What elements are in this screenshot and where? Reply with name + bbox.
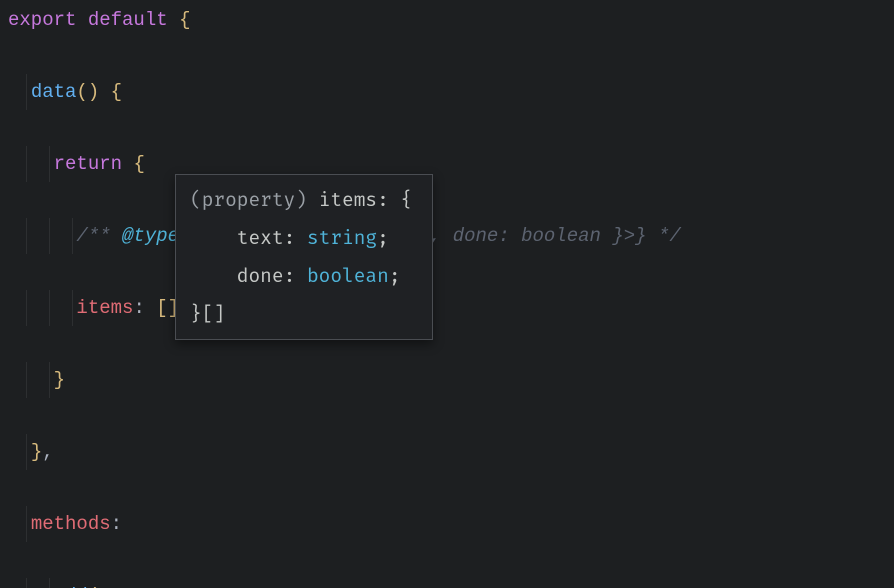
code-line: export default {: [8, 2, 886, 38]
tooltip-indent: [190, 264, 237, 288]
tooltip-colon: :: [377, 188, 400, 212]
jsdoc-close: */: [658, 225, 681, 247]
tooltip-colon: :: [284, 226, 307, 250]
keyword-return: return: [54, 153, 122, 175]
code-editor[interactable]: export default { data() { return { /** @…: [0, 0, 894, 588]
tooltip-rparen: ): [295, 188, 307, 212]
code-line: methods:: [8, 506, 886, 542]
tooltip-colon: :: [284, 264, 307, 288]
code-line: },: [8, 434, 886, 470]
tooltip-brace: }: [190, 302, 202, 326]
tooltip-type-boolean: boolean: [307, 264, 389, 288]
tooltip-semi: ;: [389, 264, 401, 288]
method-data: data: [31, 81, 77, 103]
hover-type-tooltip: (property) items: { text: string; done: …: [175, 174, 433, 340]
tooltip-kind: property: [202, 188, 296, 212]
code-line: /** @type {Array<{ text: string, done: b…: [8, 218, 886, 254]
tooltip-name: items: [319, 188, 377, 212]
code-line: add(tex: [8, 578, 886, 588]
brace: {: [133, 153, 144, 175]
code-line: items: []: [8, 290, 886, 326]
property-methods: methods: [31, 513, 111, 535]
tooltip-prop-done: done: [237, 264, 284, 288]
code-line: }: [8, 362, 886, 398]
tooltip-type-string: string: [307, 226, 377, 250]
tooltip-brace: {: [401, 188, 413, 212]
keyword-export: export: [8, 9, 76, 31]
tooltip-indent: [190, 226, 237, 250]
brace: }: [54, 369, 65, 391]
comma: ,: [42, 441, 53, 463]
brace: }: [31, 441, 42, 463]
brace: {: [111, 81, 122, 103]
code-line: return {: [8, 146, 886, 182]
tooltip-lparen: (: [190, 188, 202, 212]
jsdoc-tag: @type: [122, 225, 179, 247]
tooltip-space: [307, 188, 319, 212]
tooltip-semi: ;: [377, 226, 389, 250]
tooltip-array-suffix: []: [202, 302, 225, 326]
brace: {: [179, 9, 190, 31]
code-line: data() {: [8, 74, 886, 110]
tooltip-prop-text: text: [237, 226, 284, 250]
colon: :: [111, 513, 122, 535]
colon: :: [133, 297, 144, 319]
keyword-default: default: [88, 9, 168, 31]
property-items: items: [76, 297, 133, 319]
parens: (): [76, 81, 99, 103]
jsdoc-open: /**: [76, 225, 122, 247]
